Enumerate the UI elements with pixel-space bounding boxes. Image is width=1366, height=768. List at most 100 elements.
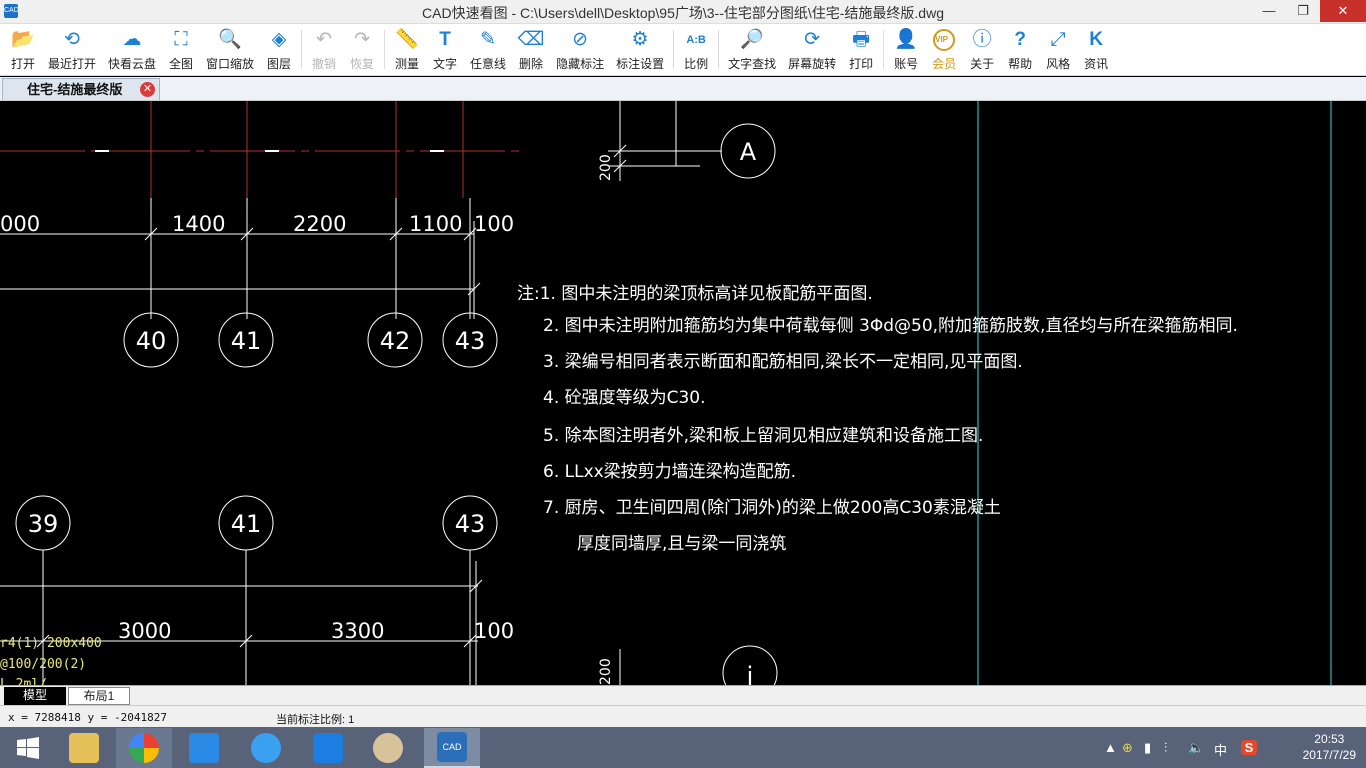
- layout-tab-bar: 模型 布局1: [0, 685, 1366, 705]
- toolbar-button-rotate-screen[interactable]: ⟳ 屏幕旋转: [782, 24, 842, 75]
- restore-button[interactable]: ❐: [1286, 0, 1320, 22]
- toolbar-button-help[interactable]: ? 帮助: [1001, 24, 1039, 75]
- status-bar: x = 7288418 y = -2041827 当前标注比例: 1: [0, 705, 1366, 727]
- toolbar-button-cloud[interactable]: ☁ 快看云盘: [102, 24, 162, 75]
- note-line: 厚度同墙厚,且与梁一同浇筑: [577, 534, 786, 554]
- plus-app-icon: [313, 733, 343, 763]
- toolbar-button-fullscreen[interactable]: ⛶ 全图: [162, 24, 200, 75]
- toolbar-separator: [718, 30, 720, 69]
- palette-icon: [373, 733, 403, 763]
- toolbar-button-info[interactable]: ⓘ 关于: [963, 24, 1001, 75]
- dim-text: 3300: [331, 619, 384, 643]
- clock-date: 2017/7/29: [1302, 748, 1356, 762]
- toolbar-button-settings[interactable]: ⚙ 标注设置: [610, 24, 670, 75]
- toolbar-label: 隐藏标注: [556, 57, 605, 71]
- user-icon: 👤: [894, 29, 918, 50]
- toolbar-button-layers[interactable]: ◈ 图层: [260, 24, 298, 75]
- model-tab[interactable]: 模型: [4, 687, 66, 705]
- beam-note: L 2ml/: [0, 677, 47, 685]
- dim-text-vertical: 200: [598, 658, 614, 685]
- toolbar-button-scale[interactable]: A:B 比例: [677, 24, 715, 75]
- main-toolbar: 📂 打开 ⟲ 最近打开 ☁ 快看云盘 ⛶ 全图 🔍 窗口缩放 ◈ 图层 ↶ 撤销 ↷ 恢复 📏 测量 T 文字 ✎ 任意线…: [0, 24, 1366, 76]
- toolbar-button-redo[interactable]: ↷ 恢复: [343, 24, 381, 75]
- tray-expand-icon[interactable]: ▲: [1104, 740, 1117, 755]
- drawing-canvas[interactable]: A j 40 41 42 43 39 41 43 000 1400 2200 1…: [0, 101, 1366, 685]
- fullscreen-icon: ⛶: [174, 29, 188, 50]
- taskbar-app-tiles[interactable]: [176, 728, 232, 768]
- toolbar-button-eraser[interactable]: ⌫ 删除: [512, 24, 550, 75]
- taskbar-app-bird[interactable]: [238, 728, 294, 768]
- printer-icon: 🖶: [852, 29, 871, 50]
- zoom-window-icon: 🔍: [218, 29, 242, 50]
- layout1-tab[interactable]: 布局1: [68, 687, 130, 705]
- note-line: 7. 厨房、卫生间四周(除门洞外)的梁上做200高C30素混凝土: [543, 498, 1001, 518]
- tray-volume-icon[interactable]: 🔈: [1188, 740, 1204, 756]
- toolbar-button-undo[interactable]: ↶ 撤销: [305, 24, 343, 75]
- document-tab[interactable]: 住宅-结施最终版 ✕: [2, 78, 160, 100]
- info-icon: ⓘ: [972, 29, 992, 50]
- toolbar-button-text-search[interactable]: 🔎 文字查找: [722, 24, 782, 75]
- toolbar-separator: [673, 30, 675, 69]
- close-tab-icon[interactable]: ✕: [140, 82, 155, 97]
- dim-text-vertical: 200: [598, 154, 614, 181]
- toolbar-label: 标注设置: [616, 57, 665, 71]
- cloud-icon: ☁: [122, 29, 142, 50]
- toolbar-button-vip[interactable]: VIP 会员: [925, 24, 963, 75]
- axis-label-41: 41: [231, 327, 262, 355]
- scale-icon: A:B: [686, 34, 706, 46]
- axis-label-42: 42: [380, 327, 411, 355]
- tray-signal-icon[interactable]: ⫶: [1164, 740, 1167, 756]
- tray-plus-icon[interactable]: ⊕: [1122, 740, 1133, 756]
- toolbar-button-history[interactable]: ⟲ 最近打开: [42, 24, 102, 75]
- toolbar-button-hide-eye[interactable]: ⊘ 隐藏标注: [550, 24, 610, 75]
- toolbar-button-zoom-window[interactable]: 🔍 窗口缩放: [200, 24, 260, 75]
- tray-clock[interactable]: 20:53 2017/7/29: [1303, 731, 1356, 763]
- cad-app-icon: CAD: [437, 732, 467, 762]
- toolbar-button-printer[interactable]: 🖶 打印: [842, 24, 880, 75]
- taskbar-app-plus[interactable]: [300, 728, 356, 768]
- document-tab-label: 住宅-结施最终版: [27, 82, 123, 97]
- ruler-icon: 📏: [395, 29, 419, 50]
- axis-label-j: j: [746, 662, 754, 685]
- toolbar-button-news[interactable]: K 资讯: [1077, 24, 1115, 75]
- tray-ime[interactable]: 中: [1214, 740, 1227, 759]
- note-line: 2. 图中未注明附加箍筋均为集中荷载每侧 3Φd@50,附加箍筋肢数,直径均与所…: [543, 316, 1238, 336]
- toolbar-button-pen[interactable]: ✎ 任意线: [464, 24, 512, 75]
- folder-icon: [69, 733, 99, 763]
- cursor-coordinates: x = 7288418 y = -2041827: [8, 711, 167, 724]
- folder-open-icon: 📂: [11, 29, 35, 50]
- taskbar-cad-viewer[interactable]: CAD: [424, 728, 480, 768]
- dim-text: 100: [474, 619, 514, 643]
- title-bar: CAD CAD快速看图 - C:\Users\dell\Desktop\95广场…: [0, 0, 1366, 24]
- dim-text: 000: [0, 212, 40, 236]
- windows-logo-icon: [17, 737, 39, 759]
- taskbar-browser[interactable]: [116, 728, 172, 768]
- eraser-icon: ⌫: [517, 29, 545, 50]
- undo-icon: ↶: [316, 29, 332, 50]
- text-icon: T: [439, 29, 451, 50]
- tray-battery-icon[interactable]: ▮: [1144, 740, 1151, 756]
- toolbar-label: 测量: [395, 57, 420, 71]
- toolbar-button-style[interactable]: ⤢ 风格: [1039, 24, 1077, 75]
- close-button[interactable]: ✕: [1320, 0, 1366, 22]
- beam-note: r4(1) 200x400: [0, 636, 102, 651]
- text-search-icon: 🔎: [740, 29, 764, 50]
- history-icon: ⟲: [64, 29, 80, 50]
- taskbar-explorer[interactable]: [56, 728, 112, 768]
- toolbar-button-folder-open[interactable]: 📂 打开: [4, 24, 42, 75]
- toolbar-label: 打开: [10, 57, 35, 71]
- browser-icon: [129, 733, 159, 763]
- taskbar-paint[interactable]: [360, 728, 416, 768]
- toolbar-label: 窗口缩放: [206, 57, 255, 71]
- toolbar-button-text[interactable]: T 文字: [426, 24, 464, 75]
- minimize-button[interactable]: —: [1252, 0, 1286, 22]
- axis-mark: [95, 150, 109, 152]
- tray-sogou-icon[interactable]: S: [1241, 740, 1257, 755]
- note-line: 6. LLxx梁按剪力墙连梁构造配筋.: [543, 462, 796, 482]
- toolbar-label: 比例: [684, 57, 709, 71]
- toolbar-button-user[interactable]: 👤 账号: [887, 24, 925, 75]
- toolbar-button-ruler[interactable]: 📏 测量: [388, 24, 426, 75]
- axis-label-41b: 41: [231, 510, 262, 538]
- toolbar-label: 全图: [169, 57, 194, 71]
- start-button[interactable]: [0, 728, 56, 768]
